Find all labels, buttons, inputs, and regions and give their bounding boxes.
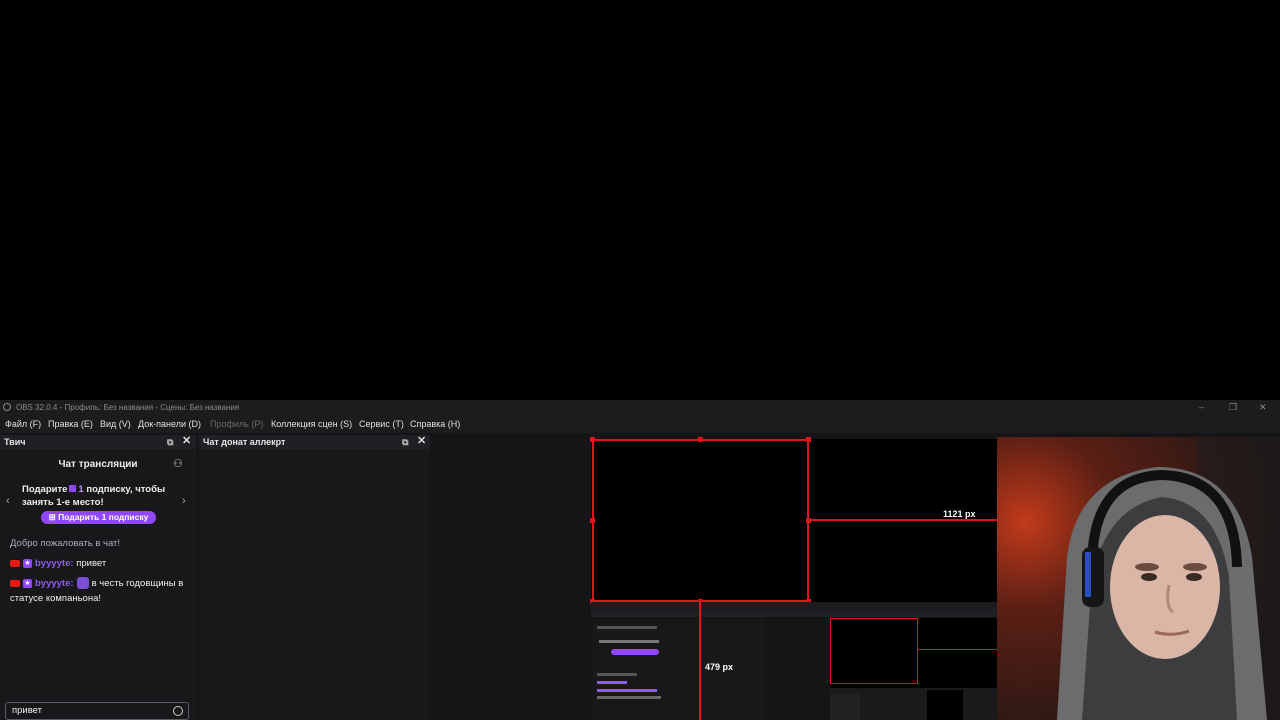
twitch-dock: Твич ⧉ ✕ Чат трансляции ⚇ ‹ Подарите 1 по… — [0, 435, 196, 720]
chat-input[interactable]: привет — [5, 702, 189, 720]
welcome-message: Добро пожаловать в чат! — [10, 538, 121, 549]
resize-handle[interactable] — [806, 437, 811, 442]
close-icon[interactable]: ✕ — [417, 434, 426, 448]
broadcaster-badge-icon — [10, 559, 20, 567]
gift-promo: ‹ Подарите 1 подписку, чтобы занять 1-е м… — [0, 479, 196, 531]
chat-username[interactable]: byyyyte — [35, 578, 70, 589]
chat-message: ★ byyyyte: в честь годовщины в статусе ком… — [10, 577, 184, 604]
float-icon[interactable]: ⧉ — [402, 435, 408, 449]
float-icon[interactable]: ⧉ — [167, 435, 173, 449]
broadcaster-badge-icon — [10, 579, 20, 587]
menu-view[interactable]: Вид (V) — [100, 415, 131, 433]
nested-chat-dock — [593, 618, 671, 720]
star-badge-icon: ★ — [23, 578, 32, 588]
close-window-icon[interactable]: ✕ — [1259, 400, 1267, 415]
webcam-source[interactable] — [997, 437, 1280, 720]
chat-message: ★ byyyyte: привет — [10, 556, 190, 571]
menu-help[interactable]: Справка (H) — [410, 415, 460, 433]
twitch-dock-title: Твич — [4, 437, 26, 447]
menu-file[interactable]: Файл (F) — [5, 415, 41, 433]
obs-logo-icon — [3, 403, 11, 411]
chat-text: привет — [76, 558, 107, 569]
menu-scene-collection[interactable]: Коллекция сцен (S) — [271, 415, 352, 433]
promo-text: Подарите 1 подписку, чтобы занять 1-е мес… — [22, 484, 166, 508]
nested-canvas — [830, 618, 997, 688]
gift-icon: ⊞ — [48, 512, 56, 522]
nested-menubar — [591, 610, 997, 617]
users-icon[interactable]: ⚇ — [173, 457, 183, 470]
menu-bar: Файл (F) Правка (E) Вид (V) Док-панели (… — [0, 415, 1280, 433]
resize-handle[interactable] — [590, 518, 595, 523]
nested-titlebar — [591, 602, 997, 610]
distance-guide-vertical — [699, 602, 701, 720]
menu-edit[interactable]: Правка (E) — [48, 415, 93, 433]
obs-title-bar: OBS 32.0.4 - Профиль: Без названия - Сце… — [0, 400, 1280, 415]
distance-label-bottom: 479 px — [705, 662, 734, 672]
nested-preview: 479 px — [591, 602, 997, 720]
restore-icon[interactable]: ❐ — [1229, 400, 1237, 415]
distance-label-right: 1121 px — [943, 509, 976, 519]
selected-source[interactable] — [590, 437, 811, 604]
chevron-left-icon[interactable]: ‹ — [6, 495, 10, 507]
resize-handle[interactable] — [590, 437, 595, 442]
star-badge-icon: ★ — [23, 558, 32, 568]
menu-profile[interactable]: Профиль (P) — [210, 415, 263, 433]
resize-handle[interactable] — [698, 437, 703, 442]
distance-guide — [809, 519, 997, 521]
minimize-icon[interactable]: – — [1199, 400, 1204, 415]
gift-icon — [69, 485, 77, 492]
window-title: OBS 32.0.4 - Профиль: Без названия - Сце… — [16, 403, 240, 412]
nested-nested-preview — [830, 688, 997, 720]
donate-dock-title: Чат донат аллекрт — [203, 437, 286, 447]
emote-icon — [76, 577, 89, 590]
donate-dock: Чат донат аллекрт ⧉ ✕ — [199, 435, 430, 720]
gift-sub-button[interactable]: ⊞ Подарить 1 подписку — [41, 511, 156, 524]
chat-username[interactable]: byyyyte — [35, 558, 70, 569]
close-icon[interactable]: ✕ — [182, 434, 191, 448]
chat-title: Чат трансляции — [58, 459, 138, 470]
donate-dock-header: Чат донат аллекрт ⧉ ✕ — [199, 435, 430, 449]
menu-docks[interactable]: Док-панели (D) — [138, 415, 201, 433]
emoji-icon[interactable] — [173, 706, 183, 716]
webcam-image — [997, 437, 1280, 720]
twitch-dock-header: Твич ⧉ ✕ — [0, 435, 196, 449]
chevron-right-icon[interactable]: › — [182, 495, 186, 507]
menu-tools[interactable]: Сервис (T) — [359, 415, 404, 433]
